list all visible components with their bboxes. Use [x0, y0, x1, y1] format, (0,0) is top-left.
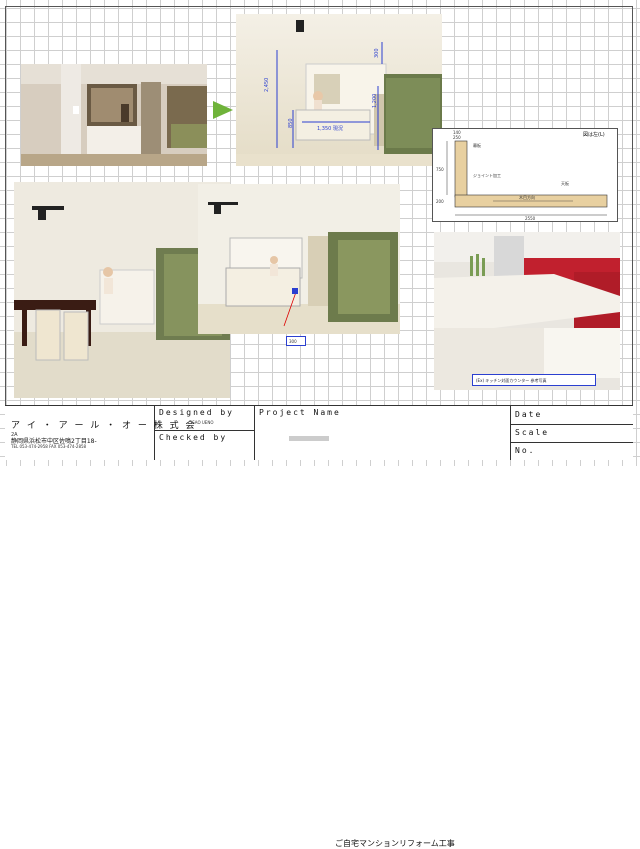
meta-cell: Date Scale No.: [511, 406, 633, 460]
date-label: Date: [515, 410, 543, 419]
project-cell: Project Name: [255, 406, 511, 460]
detail-label-top: 幕板: [473, 143, 481, 148]
existing-room-photo: [21, 64, 207, 166]
counter-render: [198, 184, 400, 334]
photo-caption-box: (Ex) キッチン対面カウンター 参考写真: [472, 374, 596, 386]
detail-label-grain: 木目方向: [519, 195, 535, 200]
callout-box: 300: [286, 336, 306, 346]
arrow-right-icon: [213, 101, 233, 119]
kitchen-reference-photo: (Ex) キッチン対面カウンター 参考写真: [434, 232, 620, 390]
counter-width-label: 1,350 現況: [317, 126, 343, 132]
designer-cell: Designed by ISAO UENO Checked by: [155, 406, 255, 460]
title-block: ア イ ・ ア ー ル ・ オ ー 株 式 会 2A 静岡県浜松市中区佐鳴2丁目…: [5, 405, 633, 848]
detail-dim-b: 250: [453, 135, 461, 140]
detail-dim-w: 2550: [525, 216, 536, 221]
side-dimension-label: 1,200: [372, 93, 378, 108]
detail-label-joint: ジョイント加工: [473, 173, 501, 178]
photo-caption: (Ex) キッチン対面カウンター 参考写真: [476, 378, 547, 383]
scale-label: Scale: [515, 428, 550, 437]
designer-name: ISAO UENO: [191, 420, 214, 425]
company-phone: TEL 053-474-2958 FAX 053-474-2858: [11, 444, 87, 449]
redacted-client-name: [289, 436, 329, 441]
detail-label-material: 天板: [561, 181, 569, 186]
detail-dim-h: 750: [436, 167, 444, 172]
project-name: ご自宅マンションリフォーム工事: [335, 839, 455, 848]
overhead-label: 300: [374, 48, 380, 58]
project-name-label: Project Name: [259, 408, 341, 417]
detail-title: 図は左(L): [583, 132, 605, 138]
counter-detail-drawing: 図は左(L) 140 250 750 200 2550 幕板 ジョイント加工 天…: [432, 128, 618, 222]
counter-height-label: 850: [288, 118, 294, 128]
designed-by-label: Designed by: [159, 408, 234, 417]
checked-by-label: Checked by: [159, 433, 228, 442]
callout-label: 300: [289, 339, 297, 344]
no-label: No.: [515, 446, 536, 455]
company-cell: ア イ ・ ア ー ル ・ オ ー 株 式 会 2A 静岡県浜松市中区佐鳴2丁目…: [5, 406, 194, 460]
detail-dim-d: 200: [436, 199, 444, 204]
section-height-label: 2,450: [264, 77, 270, 92]
